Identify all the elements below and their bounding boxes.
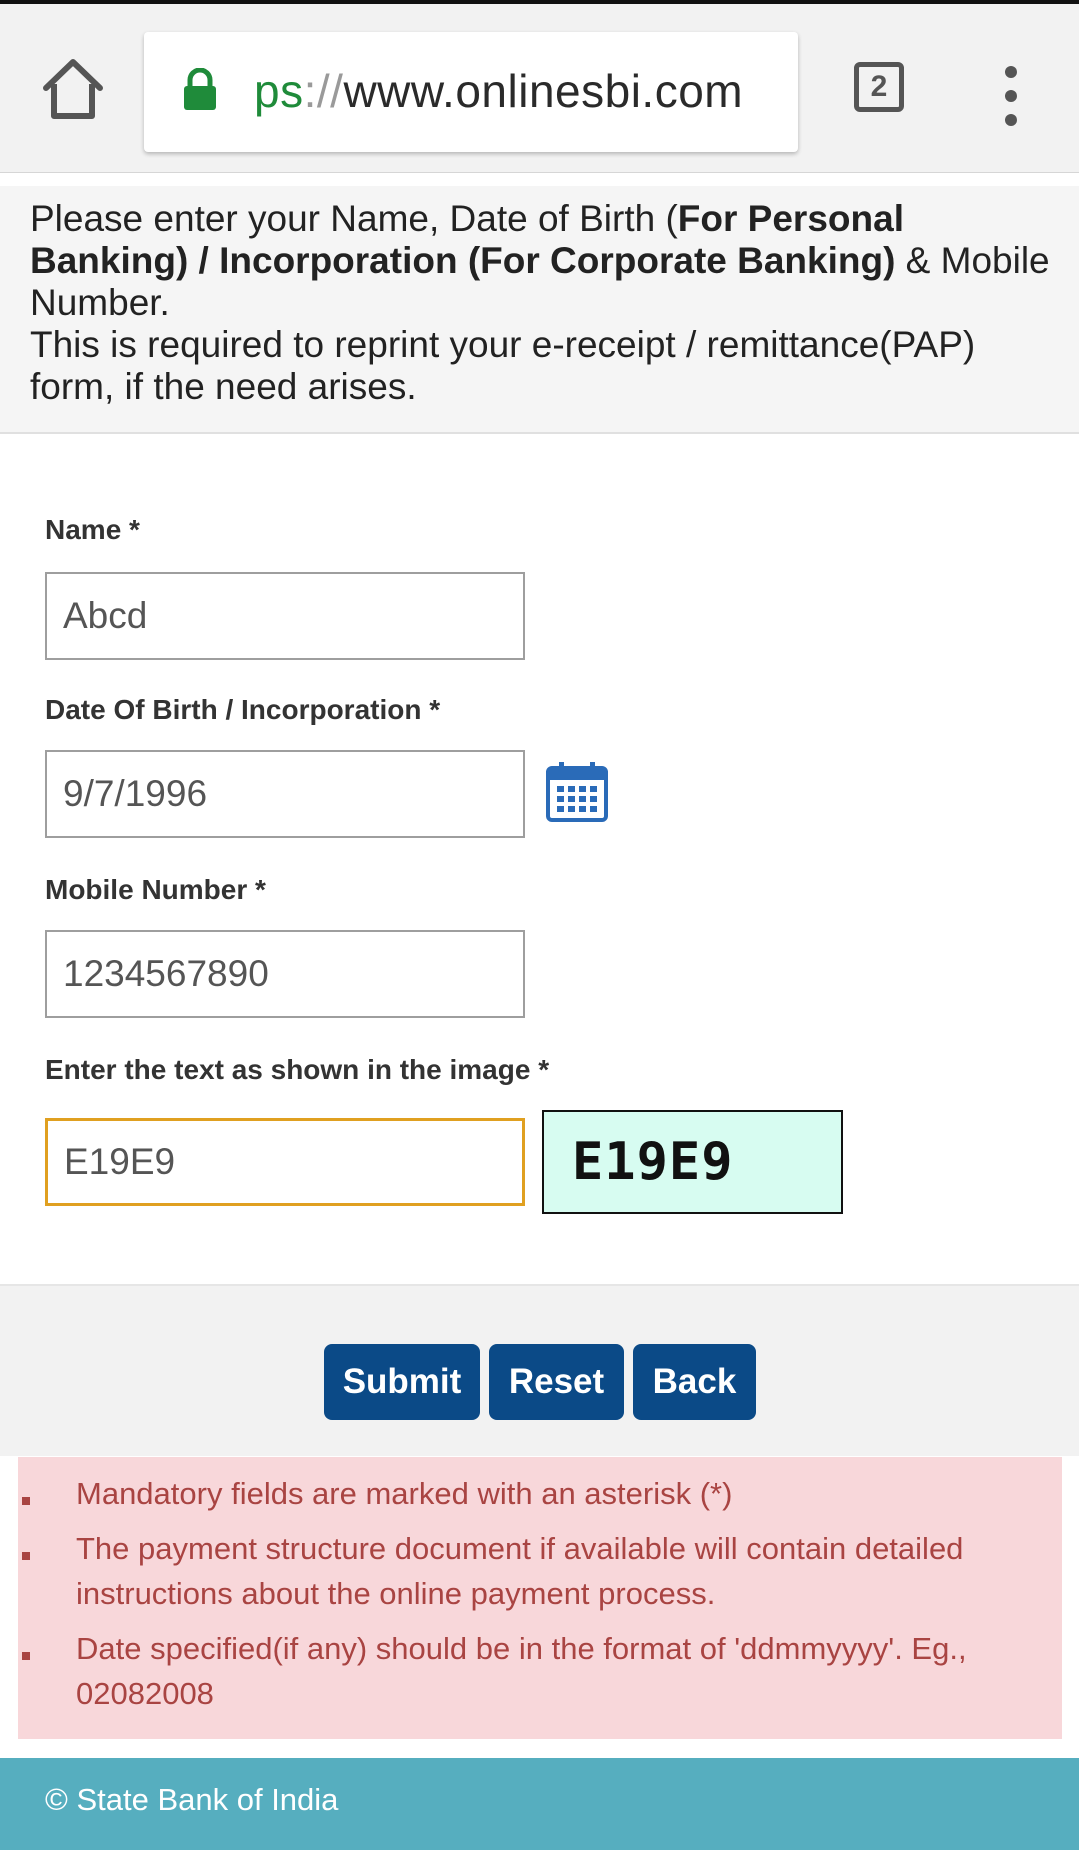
note-item: The payment structure document if availa… xyxy=(76,1531,964,1611)
captcha-label: Enter the text as shown in the image * xyxy=(45,1054,550,1085)
more-vert-icon[interactable] xyxy=(1000,66,1022,126)
name-label: Name * xyxy=(45,514,140,545)
home-icon[interactable] xyxy=(38,54,108,124)
browser-toolbar: ps://www.onlinesbi.com 2 xyxy=(0,4,1079,173)
captcha-image-text: E19E9 xyxy=(572,1132,734,1192)
dob-label: Date Of Birth / Incorporation * xyxy=(45,694,441,725)
bullet xyxy=(22,1652,30,1660)
note-item: Mandatory fields are marked with an aste… xyxy=(76,1476,733,1511)
info-notice: Please enter your Name, Date of Birth (F… xyxy=(0,186,1079,434)
lock-icon xyxy=(182,67,218,112)
instructions-panel: Mandatory fields are marked with an aste… xyxy=(18,1457,1062,1739)
address-bar[interactable]: ps://www.onlinesbi.com xyxy=(144,32,798,152)
back-button[interactable]: Back xyxy=(633,1344,756,1420)
tab-count: 2 xyxy=(870,70,888,103)
name-input[interactable]: Abcd xyxy=(45,572,525,660)
payment-details-form: Name * Abcd Date Of Birth / Incorporatio… xyxy=(0,436,1079,1286)
calendar-icon[interactable] xyxy=(545,760,609,824)
copyright-text: © State Bank of India xyxy=(45,1782,339,1817)
footer: © State Bank of India xyxy=(0,1758,1079,1850)
captcha-image: E19E9 xyxy=(542,1110,843,1214)
url-text: ps://www.onlinesbi.com xyxy=(254,65,744,117)
tab-switcher-button[interactable]: 2 xyxy=(854,62,910,118)
note-item: Date specified(if any) should be in the … xyxy=(76,1631,967,1711)
mobile-label: Mobile Number * xyxy=(45,874,266,905)
form-actions: Submit Reset Back xyxy=(0,1286,1079,1456)
bullet xyxy=(22,1497,30,1505)
notice-text: Please enter your Name, Date of Birth (F… xyxy=(30,198,1050,407)
dob-input[interactable]: 9/7/1996 xyxy=(45,750,525,838)
captcha-input[interactable]: E19E9 xyxy=(45,1118,525,1206)
mobile-input[interactable]: 1234567890 xyxy=(45,930,525,1018)
bullet xyxy=(22,1552,30,1560)
submit-button[interactable]: Submit xyxy=(324,1344,480,1420)
reset-button[interactable]: Reset xyxy=(489,1344,624,1420)
